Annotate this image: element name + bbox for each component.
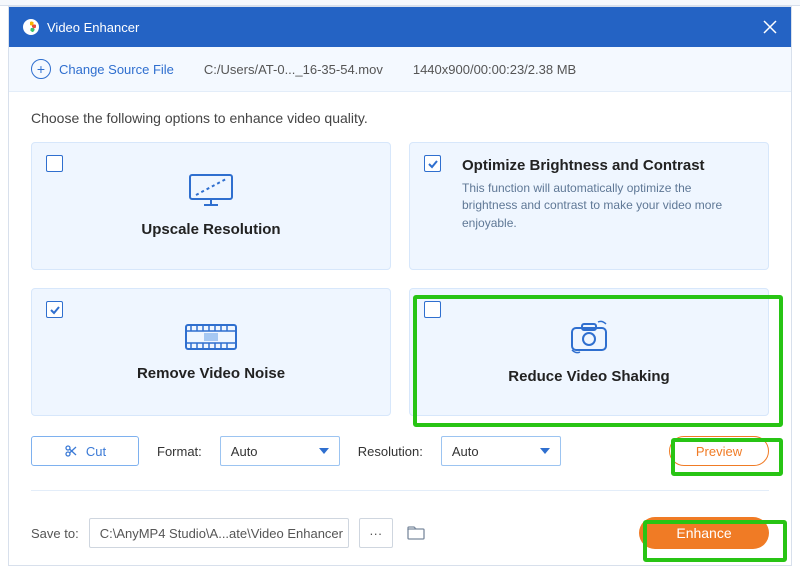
card-reduce-shaking[interactable]: Reduce Video Shaking: [409, 288, 769, 416]
format-value: Auto: [231, 444, 258, 459]
source-bar: + Change Source File C:/Users/AT-0..._16…: [9, 47, 791, 92]
divider: [31, 490, 769, 491]
resolution-value: Auto: [452, 444, 479, 459]
preview-button[interactable]: Preview: [669, 436, 769, 466]
card-optimize-brightness[interactable]: Optimize Brightness and Contrast This fu…: [409, 142, 769, 270]
source-path: C:/Users/AT-0..._16-35-54.mov: [204, 62, 383, 77]
format-label: Format:: [157, 444, 202, 459]
card-remove-noise[interactable]: Remove Video Noise: [31, 288, 391, 416]
title-bar: Video Enhancer: [9, 7, 791, 47]
app-title: Video Enhancer: [47, 20, 139, 35]
chevron-down-icon: [540, 448, 550, 454]
resolution-dropdown[interactable]: Auto: [441, 436, 561, 466]
open-folder-button[interactable]: [407, 525, 425, 541]
dots-label: ···: [369, 526, 382, 541]
card-title: Reduce Video Shaking: [508, 368, 669, 385]
checkbox-brightness[interactable]: [424, 155, 441, 172]
camera-shake-icon: [560, 316, 618, 358]
folder-icon: [407, 525, 425, 541]
close-button[interactable]: [763, 20, 777, 34]
plus-icon: +: [31, 59, 51, 79]
checkbox-denoise[interactable]: [46, 301, 63, 318]
card-title: Optimize Brightness and Contrast: [462, 157, 750, 174]
source-info: 1440x900/00:00:23/2.38 MB: [413, 62, 576, 77]
preview-label: Preview: [696, 444, 742, 459]
browse-button[interactable]: ···: [359, 518, 393, 548]
card-title: Remove Video Noise: [137, 365, 285, 382]
save-path-value: C:\AnyMP4 Studio\A...ate\Video Enhancer: [100, 526, 343, 541]
save-path-field[interactable]: C:\AnyMP4 Studio\A...ate\Video Enhancer: [89, 518, 349, 548]
filmstrip-icon: [182, 319, 240, 355]
enhance-button[interactable]: Enhance: [639, 517, 769, 549]
monitor-icon: [184, 171, 238, 211]
chevron-down-icon: [319, 448, 329, 454]
card-description: This function will automatically optimiz…: [462, 180, 750, 232]
scissors-icon: [64, 444, 78, 458]
cut-button[interactable]: Cut: [31, 436, 139, 466]
card-title: Upscale Resolution: [141, 221, 280, 238]
tool-row: Cut Format: Auto Resolution: Auto Previe…: [31, 436, 769, 466]
checkbox-upscale[interactable]: [46, 155, 63, 172]
resolution-label: Resolution:: [358, 444, 423, 459]
footer: Save to: C:\AnyMP4 Studio\A...ate\Video …: [9, 501, 791, 565]
checkbox-deshake[interactable]: [424, 301, 441, 318]
app-icon: [23, 19, 39, 35]
change-source-label: Change Source File: [59, 62, 174, 77]
format-dropdown[interactable]: Auto: [220, 436, 340, 466]
instruction-text: Choose the following options to enhance …: [31, 110, 769, 126]
saveto-label: Save to:: [31, 526, 79, 541]
enhance-label: Enhance: [676, 525, 731, 541]
card-upscale-resolution[interactable]: Upscale Resolution: [31, 142, 391, 270]
change-source-button[interactable]: + Change Source File: [31, 59, 174, 79]
cut-label: Cut: [86, 444, 106, 459]
